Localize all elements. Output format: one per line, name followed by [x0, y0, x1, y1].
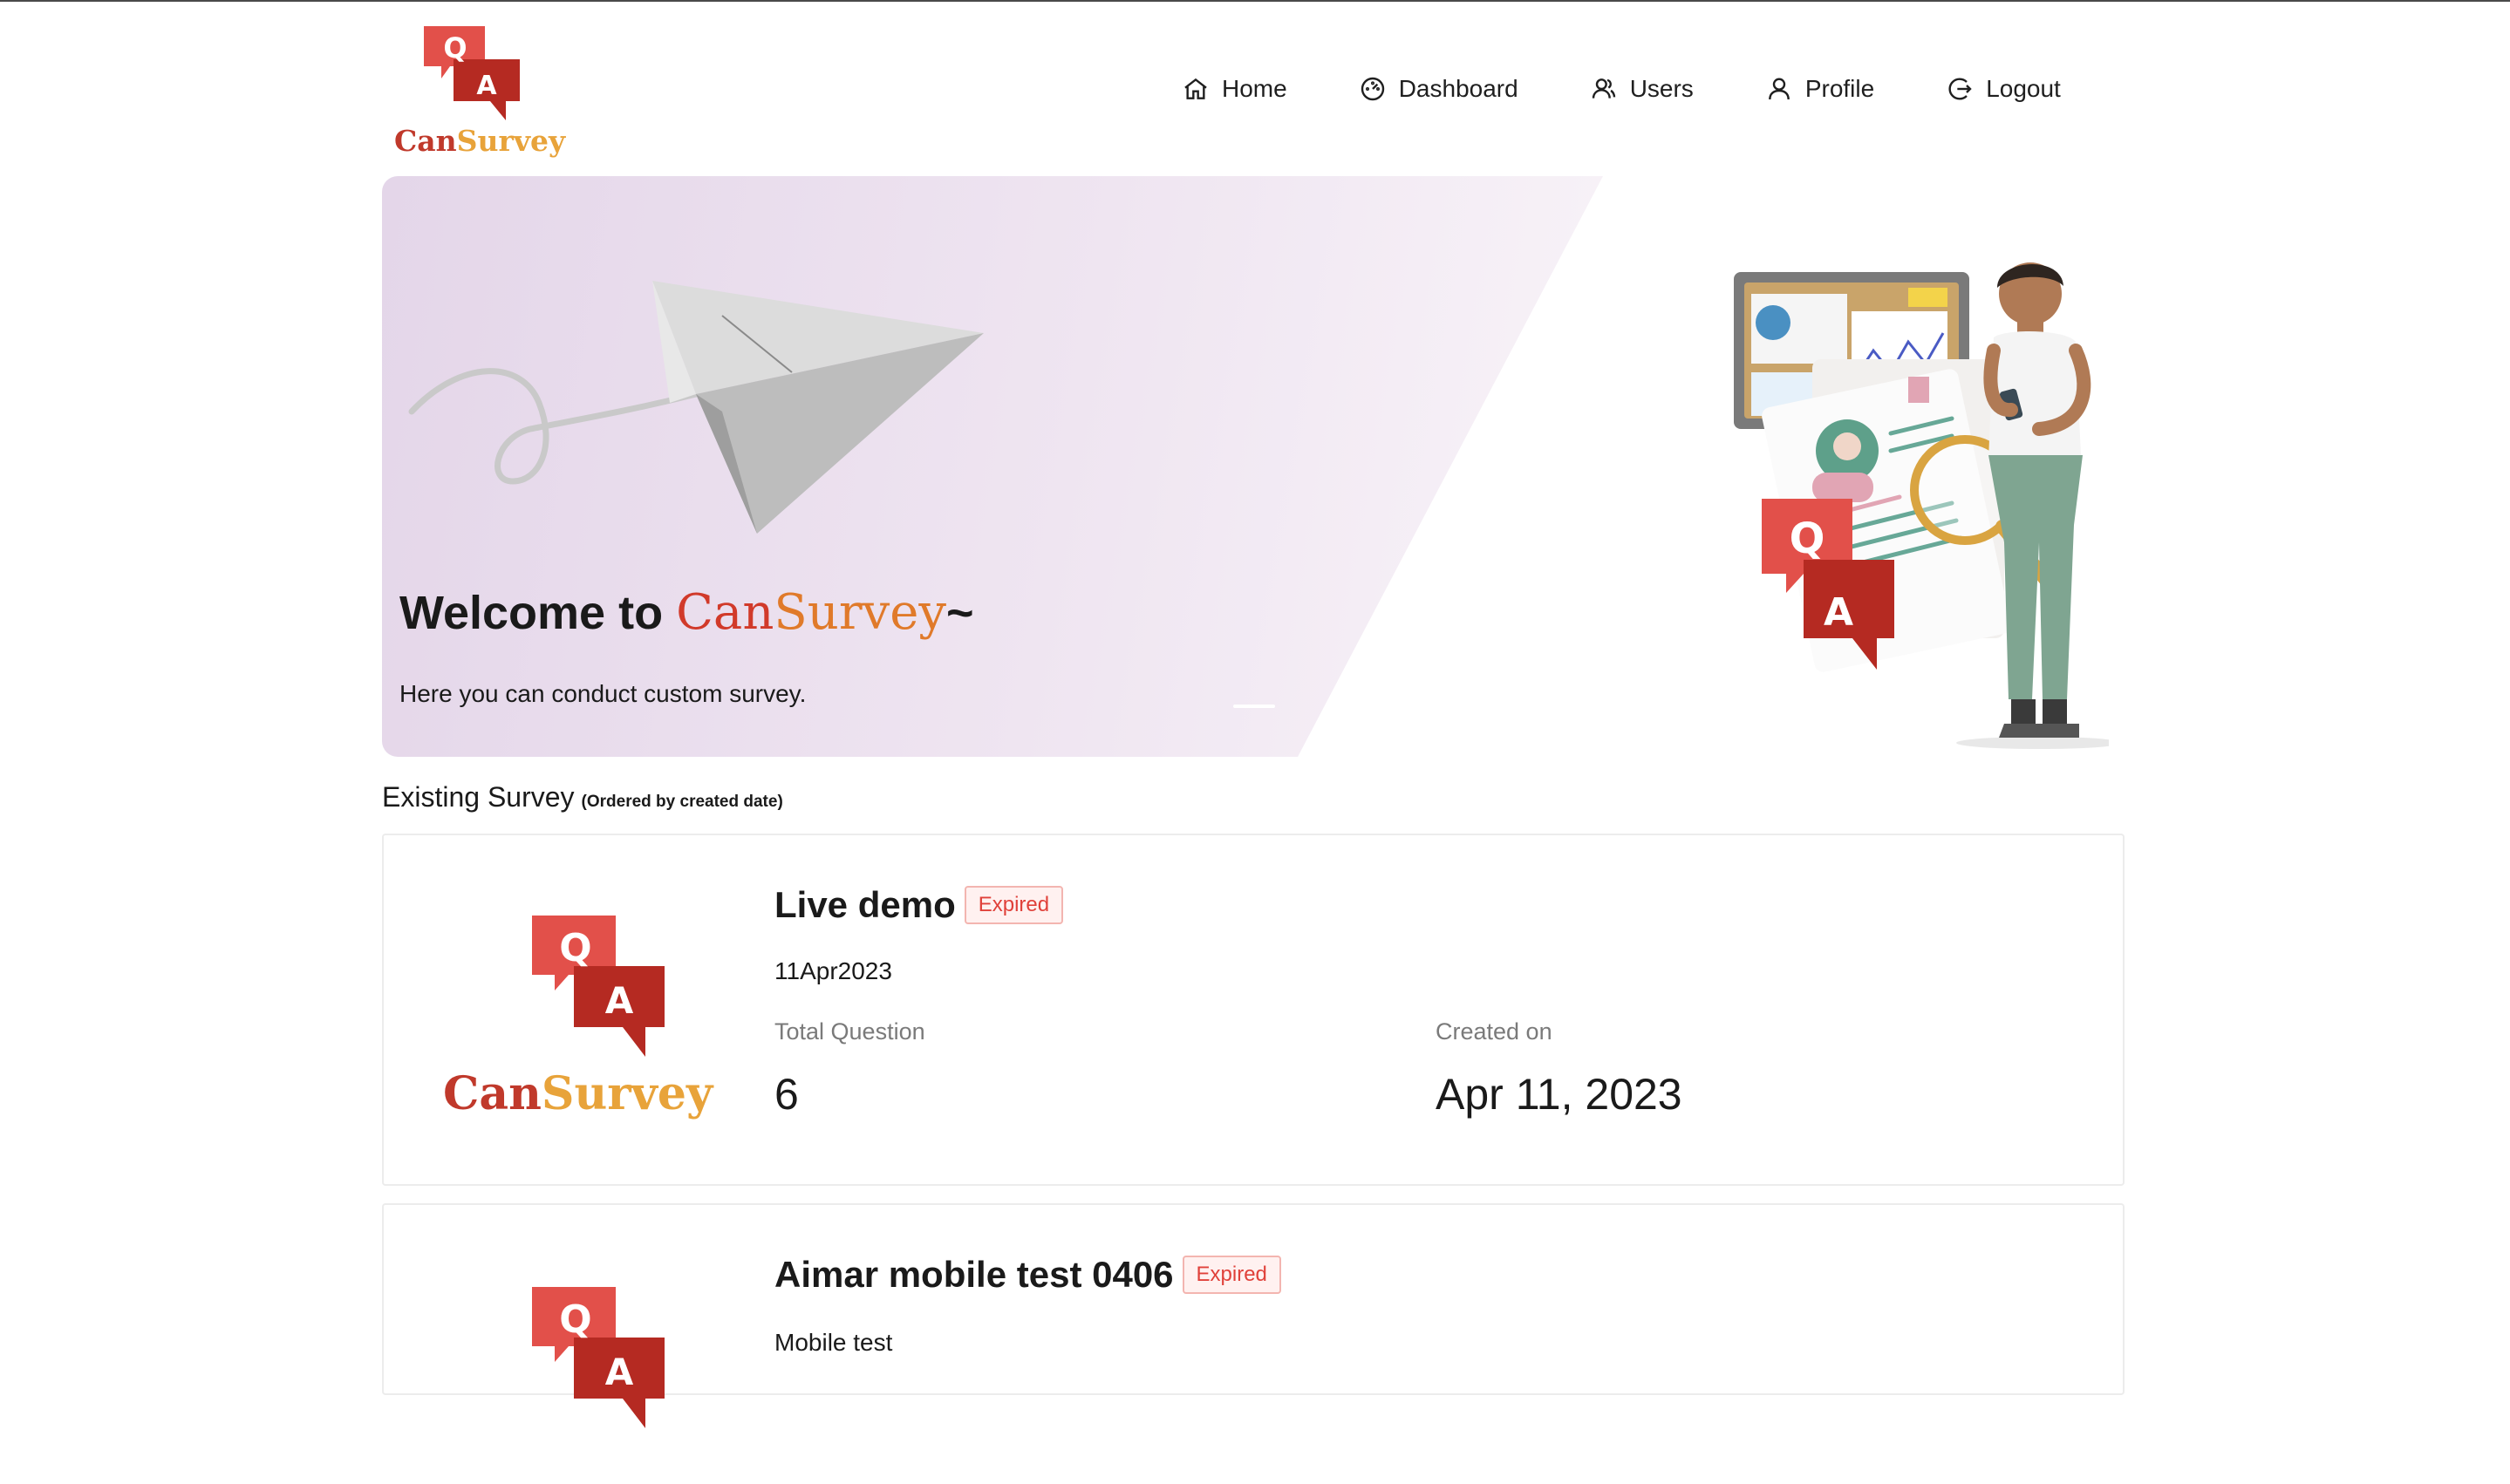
svg-text:A: A	[1824, 590, 1853, 635]
hero-subtitle: Here you can conduct custom survey.	[399, 680, 807, 707]
hero-banner: Q A Welcome to CanSurvey~ Here you can c…	[382, 176, 2125, 757]
survey-illustration: Q A	[1734, 262, 2109, 749]
survey-card-logo: Q A CanSurvey	[443, 912, 713, 1120]
svg-text:A: A	[605, 979, 634, 1022]
survey-description: Mobile test	[774, 1329, 893, 1356]
nav-users-label: Users	[1629, 75, 1694, 102]
carousel-indicator[interactable]	[1233, 705, 1275, 708]
survey-card[interactable]: Q A CanSurvey Live demo Expired 11Apr2023…	[382, 834, 2125, 1186]
user-icon	[1768, 78, 1790, 100]
paper-plane-illustration	[408, 281, 984, 534]
nav-dashboard[interactable]: Dashboard	[1359, 70, 1518, 108]
survey-card-logo: Q A	[443, 1283, 705, 1484]
nav-profile-label: Profile	[1804, 75, 1875, 102]
svg-text:Q: Q	[559, 926, 591, 970]
section-title-text: Existing Survey	[382, 781, 575, 813]
svg-text:A: A	[605, 1351, 634, 1393]
nav-home-label: Home	[1222, 75, 1287, 102]
qa-logo-icon: Q A	[532, 1287, 665, 1428]
total-question-label: Total Question	[774, 1018, 925, 1045]
users-icon	[1592, 78, 1615, 99]
created-on-value: Apr 11, 2023	[1436, 1070, 1682, 1119]
svg-text:Q: Q	[559, 1297, 591, 1342]
logo-wordmark: CanSurvey	[443, 1067, 713, 1120]
nav-logout-label: Logout	[1986, 75, 2061, 102]
survey-title[interactable]: Live demo Expired	[774, 884, 1064, 926]
survey-card[interactable]: Q A Aimar mobile test 0406 Expired Mobile…	[382, 1203, 2125, 1428]
nav-home[interactable]: Home	[1182, 70, 1287, 108]
logo-wordmark: CanSurvey	[394, 124, 566, 158]
nav-users[interactable]: Users	[1590, 70, 1694, 108]
site-logo[interactable]: Q A CanSurvey	[394, 23, 566, 162]
existing-survey-heading: Existing Survey (Ordered by created date)	[382, 781, 783, 813]
main-navigation: Home Dashboard Users Profile Logout	[1182, 70, 2061, 108]
logout-icon	[1948, 78, 1972, 100]
nav-dashboard-label: Dashboard	[1398, 75, 1518, 102]
section-sort-note: (Ordered by created date)	[581, 793, 783, 811]
svg-text:Q: Q	[1790, 514, 1825, 563]
total-question-value: 6	[774, 1070, 799, 1119]
qa-logo-icon: Q A	[424, 26, 520, 120]
status-badge: Expired	[1182, 1256, 1281, 1294]
survey-title[interactable]: Aimar mobile test 0406 Expired	[774, 1254, 1281, 1296]
nav-logout[interactable]: Logout	[1946, 70, 2061, 108]
window-top-border	[0, 0, 2510, 2]
home-icon	[1184, 78, 1207, 99]
svg-text:Q: Q	[443, 31, 467, 65]
dashboard-icon	[1361, 77, 1384, 101]
svg-text:A: A	[476, 71, 497, 101]
created-on-label: Created on	[1436, 1018, 1552, 1045]
nav-profile[interactable]: Profile	[1765, 70, 1874, 108]
survey-description: 11Apr2023	[774, 957, 892, 984]
qa-logo-icon: Q A	[532, 916, 665, 1057]
hero-welcome-heading: Welcome to CanSurvey~	[399, 584, 974, 641]
status-badge: Expired	[964, 886, 1064, 924]
